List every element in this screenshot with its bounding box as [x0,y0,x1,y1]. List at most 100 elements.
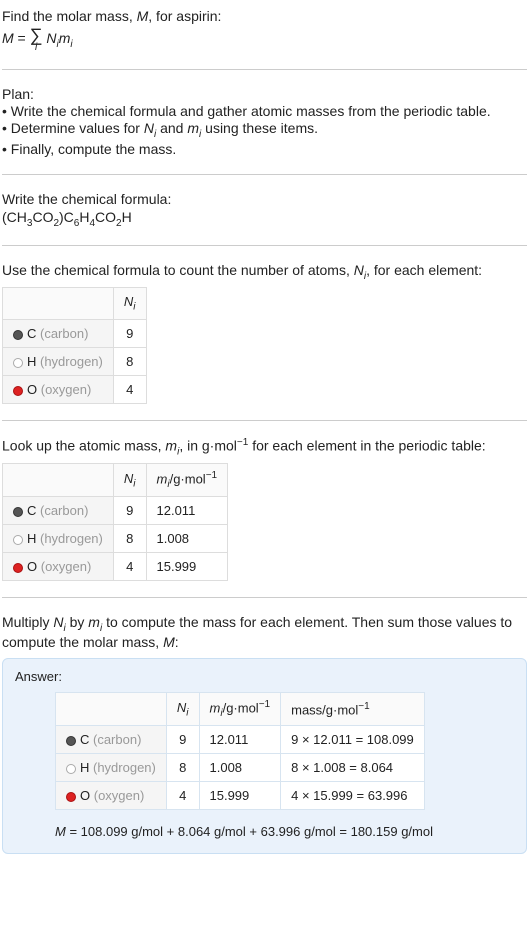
mass-value: 15.999 [146,553,228,581]
plan-b2-mid: and [156,120,187,136]
element-cell: H (hydrogen) [56,754,167,782]
plan-bullet-3: • Finally, compute the mass. [2,141,527,157]
mhn: N [124,471,133,486]
chemformula-section: Write the chemical formula: (CH3CO2)C6H4… [2,187,527,233]
count-value: 8 [113,347,146,375]
element-symbol: H [27,354,36,369]
mass-calc: 9 × 12.011 = 108.099 [281,726,425,754]
ahunitsup: −1 [259,699,270,710]
count-value: 9 [166,726,199,754]
element-dot-icon [13,358,23,368]
element-cell: C (carbon) [3,497,114,525]
ahmass: mass/g·mol [291,702,358,717]
ahmasssup: −1 [358,701,369,712]
element-symbol: O [27,559,37,574]
mhunit: /g·mol [170,472,206,487]
mass-calc: 8 × 1.008 = 8.064 [281,754,425,782]
final-eq-text: = 108.099 g/mol + 8.064 g/mol + 63.996 g… [66,824,433,839]
eq-m: m [59,30,71,46]
count-value: 8 [166,754,199,782]
intro-text: Find the molar mass, [2,8,137,24]
mhm: m [157,472,168,487]
plan-bullet-2: • Determine values for Ni and mi using t… [2,120,527,140]
hn: N [124,294,133,309]
element-cell: O (oxygen) [3,375,114,403]
element-dot-icon [66,736,76,746]
element-cell: C (carbon) [3,319,114,347]
divider [2,69,527,70]
mass-value: 1.008 [199,754,281,782]
element-name: (hydrogen) [36,531,102,546]
eq-M: M [2,30,14,46]
mi-a: Look up the atomic mass, [2,438,165,454]
final-equation: M = 108.099 g/mol + 8.064 g/mol + 63.996… [55,824,514,839]
multiply-section: Multiply Ni by mi to compute the mass fo… [2,610,527,654]
mhunitsup: −1 [206,470,217,481]
table-row: H (hydrogen) 8 1.008 8 × 1.008 = 8.064 [56,754,425,782]
plan-b2-m: m [187,120,199,136]
header-m: mi/g·mol−1 [199,693,281,726]
element-symbol: H [27,531,36,546]
cf0: (CH [2,209,27,225]
count-value: 4 [166,782,199,810]
ahn: N [177,700,186,715]
mass-value: 12.011 [146,497,228,525]
header-empty [3,464,114,497]
header-empty [56,693,167,726]
header-N: Ni [113,464,146,497]
table-row: H (hydrogen) 8 1.008 [3,525,228,553]
element-name: (carbon) [36,503,88,518]
table-row: C (carbon) 9 [3,319,147,347]
mhnsub: i [133,479,135,490]
count-value: 9 [113,497,146,525]
element-name: (hydrogen) [36,354,102,369]
sigma-block: ∑i [30,26,43,53]
cf6: H [79,209,89,225]
mul-a: Multiply [2,614,53,630]
cf4: )C [59,209,74,225]
table-row: H (hydrogen) 8 [3,347,147,375]
element-name: (carbon) [36,326,88,341]
plan-bullet-1: • Write the chemical formula and gather … [2,103,527,119]
count-value: 4 [113,553,146,581]
mass-value: 15.999 [199,782,281,810]
ahm: m [210,700,221,715]
element-cell: H (hydrogen) [3,347,114,375]
table-row: O (oxygen) 4 [3,375,147,403]
counts-table: Ni C (carbon) 9 H (hydrogen) 8 O (oxygen… [2,287,147,404]
mass-value: 1.008 [146,525,228,553]
eq-equals: = [14,30,30,46]
element-symbol: O [80,788,90,803]
final-M: M [55,824,66,839]
element-name: (carbon) [89,732,141,747]
element-name: (oxygen) [90,788,144,803]
cf10: H [122,209,132,225]
table-header-row: Ni [3,288,147,320]
masses-intro: Look up the atomic mass, mi, in g·mol−1 … [2,437,527,457]
counts-intro: Use the chemical formula to count the nu… [2,262,527,282]
ahunit: /g·mol [223,700,259,715]
header-empty [3,288,114,320]
element-dot-icon [13,535,23,545]
eq-m-sub: i [70,39,72,50]
plan-section: Plan: • Write the chemical formula and g… [2,82,527,162]
table-row: C (carbon) 9 12.011 9 × 12.011 = 108.099 [56,726,425,754]
masses-table: Ni mi/g·mol−1 C (carbon) 9 12.011 H (hyd… [2,463,228,581]
mul-b: by [66,614,89,630]
divider [2,174,527,175]
masses-section: Look up the atomic mass, mi, in g·mol−1 … [2,433,527,585]
intro-text-after: , for aspirin: [148,8,221,24]
ahnsub: i [186,707,188,718]
header-mass: mass/g·mol−1 [281,693,425,726]
element-symbol: C [80,732,89,747]
chemical-formula: (CH3CO2)C6H4CO2H [2,207,527,229]
element-dot-icon [13,563,23,573]
element-symbol: H [80,760,89,775]
mi-b: , in g·mol [179,438,237,454]
mul-m: m [88,614,100,630]
cf8: CO [95,209,116,225]
multiply-text: Multiply Ni by mi to compute the mass fo… [2,614,527,650]
divider [2,420,527,421]
mul-d: : [175,634,179,650]
header-m: mi/g·mol−1 [146,464,228,497]
